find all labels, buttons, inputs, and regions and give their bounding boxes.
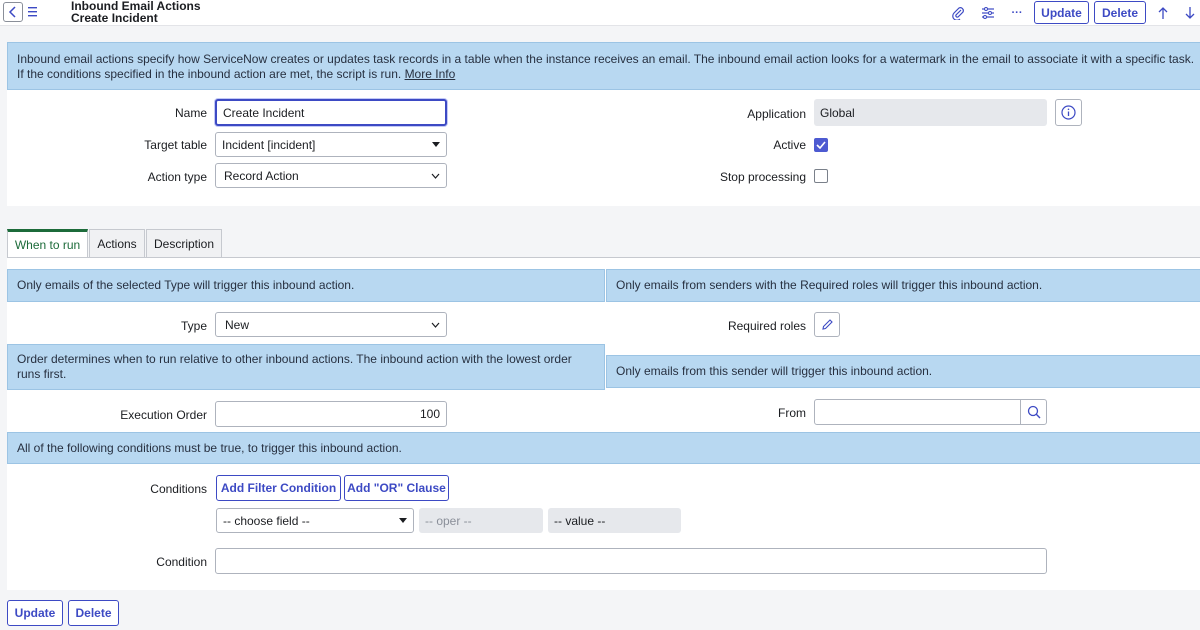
execution-order-input[interactable]: 100 (215, 401, 447, 427)
sender-note: Only emails from this sender will trigge… (606, 355, 1200, 388)
stop-processing-checkbox[interactable] (814, 169, 828, 183)
search-icon (1027, 405, 1040, 419)
active-checkbox[interactable] (814, 138, 828, 152)
target-table-select[interactable]: Incident [incident] (215, 132, 447, 157)
chevron-down-icon (431, 322, 440, 328)
type-note: Only emails of the selected Type will tr… (7, 269, 605, 302)
add-filter-condition-button[interactable]: Add Filter Condition (216, 475, 341, 501)
header-update-button[interactable]: Update (1034, 1, 1089, 24)
type-label: Type (180, 319, 207, 333)
arrow-down-icon[interactable] (1182, 5, 1198, 21)
checkmark-icon (816, 141, 826, 149)
from-input[interactable] (814, 399, 1021, 425)
order-note: Order determines when to run relative to… (7, 344, 605, 390)
execution-order-label: Execution Order (120, 408, 207, 422)
choose-field-select[interactable]: -- choose field -- (216, 508, 414, 533)
footer-update-button[interactable]: Update (7, 600, 63, 626)
personalize-settings-icon[interactable] (980, 5, 996, 21)
back-button[interactable] (3, 2, 23, 22)
tab-description[interactable]: Description (146, 229, 222, 257)
chevron-left-icon (8, 6, 16, 18)
type-select[interactable]: New (215, 312, 447, 337)
required-roles-label: Required roles (727, 319, 806, 333)
condition-input[interactable] (215, 548, 1047, 574)
from-label: From (778, 406, 806, 420)
caret-down-icon (432, 141, 440, 147)
application-label: Application (747, 107, 806, 121)
conditions-note: All of the following conditions must be … (7, 432, 1200, 464)
more-options-icon[interactable]: ··· (1009, 5, 1025, 21)
edit-roles-button[interactable] (814, 312, 840, 337)
target-table-value: Incident [incident] (222, 137, 316, 152)
attachment-icon[interactable] (950, 5, 966, 21)
target-table-label: Target table (144, 138, 207, 152)
header-record-title: Create Incident (71, 11, 158, 25)
value-field: -- value -- (548, 508, 681, 533)
info-banner: Inbound email actions specify how Servic… (7, 42, 1200, 90)
chevron-down-icon (431, 173, 440, 179)
application-info-button[interactable] (1055, 99, 1082, 126)
form-header: Inbound Email Actions Create Incident ··… (0, 0, 1200, 26)
operator-select: -- oper -- (419, 508, 543, 533)
conditions-label: Conditions (150, 482, 207, 496)
tab-actions[interactable]: Actions (89, 229, 145, 257)
footer-delete-button[interactable]: Delete (68, 600, 119, 626)
info-text: Inbound email actions specify how Servic… (17, 52, 1195, 81)
add-or-clause-button[interactable]: Add "OR" Clause (344, 475, 449, 501)
hamburger-menu-icon[interactable] (28, 6, 37, 17)
name-label: Name (174, 106, 207, 120)
active-label: Active (773, 138, 806, 152)
action-type-value: Record Action (224, 168, 299, 183)
more-info-link[interactable]: More Info (405, 67, 456, 81)
tab-when-to-run[interactable]: When to run (7, 229, 88, 257)
application-field: Global (814, 99, 1047, 126)
action-type-select[interactable]: Record Action (215, 163, 447, 188)
header-delete-button[interactable]: Delete (1094, 1, 1146, 24)
stop-processing-label: Stop processing (719, 170, 806, 184)
action-type-label: Action type (147, 170, 207, 184)
from-lookup-button[interactable] (1020, 399, 1047, 425)
info-circle-icon (1061, 105, 1076, 120)
arrow-up-icon[interactable] (1155, 5, 1171, 21)
pencil-icon (821, 319, 833, 330)
type-value: New (225, 317, 250, 332)
caret-down-icon (399, 517, 407, 523)
choose-field-value: -- choose field -- (223, 513, 310, 528)
name-input[interactable]: Create Incident (215, 99, 447, 126)
condition-label: Condition (156, 555, 207, 569)
roles-note: Only emails from senders with the Requir… (606, 269, 1200, 302)
